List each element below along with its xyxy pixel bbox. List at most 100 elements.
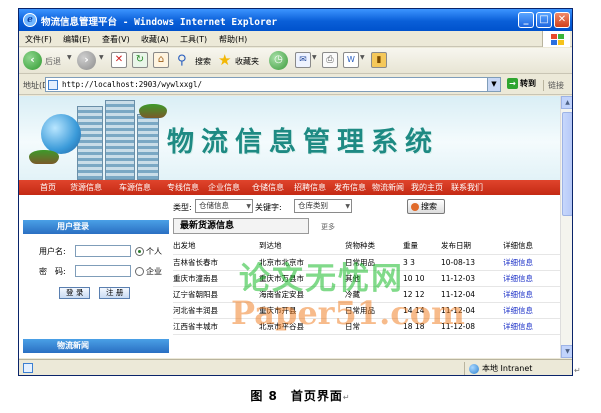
nav-vehicles[interactable]: 车源信息 (119, 182, 151, 193)
nav-jobs[interactable]: 招聘信息 (294, 182, 326, 193)
details-link[interactable]: 详细信息 (503, 254, 560, 271)
role-personal-radio[interactable] (135, 247, 144, 256)
column-header: 重量 (403, 238, 441, 255)
nav-contact[interactable]: 联系我们 (451, 182, 483, 193)
column-header: 货物种类 (345, 238, 403, 255)
edit-page-icon[interactable]: W (343, 52, 359, 68)
paragraph-mark: ↵ (574, 366, 581, 375)
keyword-select[interactable]: 仓库类别 ▼ (294, 199, 352, 213)
menu-edit[interactable]: 编辑(E) (63, 34, 90, 45)
role-personal-label: 个人 (146, 247, 162, 256)
login-panel: 用户名: 密 码: 个人 企业 登 录 注 册 (23, 234, 169, 306)
search-button[interactable]: 搜索 (407, 199, 445, 214)
windows-logo-icon (542, 31, 570, 47)
nav-cargo[interactable]: 货源信息 (70, 182, 102, 193)
favorites-label[interactable]: 收藏夹 (235, 56, 259, 76)
ie-window: e 物流信息管理平台 - Windows Internet Explorer _… (18, 8, 573, 376)
island-image (29, 150, 59, 164)
watermark-text: 论文无忧网 (239, 261, 404, 297)
latest-cargo-title: 最新货源信息 (173, 218, 309, 234)
edit-dropdown-icon[interactable]: ▼ (360, 54, 365, 74)
print-icon[interactable]: ⎙ (322, 52, 338, 68)
search-icon[interactable]: ⚲ (177, 53, 187, 73)
nav-companies[interactable]: 企业信息 (208, 182, 240, 193)
forward-arrow-icon[interactable]: › (77, 51, 96, 70)
details-link[interactable]: 详细信息 (503, 302, 560, 319)
register-button[interactable]: 注 册 (99, 287, 131, 299)
menu-favorites[interactable]: 收藏(A) (141, 34, 169, 45)
title-bar: e 物流信息管理平台 - Windows Internet Explorer _… (19, 9, 572, 31)
maximize-button[interactable]: □ (536, 12, 552, 28)
building-image (77, 106, 103, 180)
minimize-button[interactable]: _ (518, 12, 534, 28)
menu-tools[interactable]: 工具(T) (180, 34, 207, 45)
address-dropdown-icon[interactable]: ▼ (487, 78, 500, 91)
nav-my-page[interactable]: 我的主页 (411, 182, 443, 193)
mail-icon[interactable]: ✉ (295, 52, 311, 68)
username-input[interactable] (75, 245, 131, 257)
news-header-text: 物流新闻 (57, 341, 89, 350)
vertical-scrollbar[interactable]: ▲ ▼ (560, 96, 572, 358)
go-arrow-icon: → (507, 78, 518, 89)
scroll-up-icon[interactable]: ▲ (561, 96, 572, 109)
date-cell: 10-08-13 (441, 254, 503, 271)
history-icon[interactable]: ◷ (269, 51, 288, 70)
close-button[interactable]: ✕ (554, 12, 570, 28)
details-link[interactable]: 详细信息 (503, 286, 560, 303)
more-link[interactable]: 更多 (321, 222, 335, 232)
home-icon[interactable]: ⌂ (153, 52, 169, 68)
watermark-url: Paper51.com (231, 294, 465, 332)
menu-view[interactable]: 查看(V) (102, 34, 130, 45)
nav-lines[interactable]: 专线信息 (167, 182, 199, 193)
date-cell: 11-12-03 (441, 270, 503, 287)
role-company-radio[interactable] (135, 267, 144, 276)
zone-label: 本地 Intranet (482, 364, 533, 373)
back-dropdown-icon[interactable]: ▼ (67, 54, 72, 74)
back-arrow-icon[interactable]: ‹ (23, 51, 42, 70)
nav-news[interactable]: 物流新闻 (372, 182, 404, 193)
messenger-icon[interactable]: ▮ (371, 52, 387, 68)
address-bar: 地址(D) http://localhost:2903/wywlxxgl/ ▼ … (19, 75, 572, 95)
table-header-row: 出发地 到达地 货物种类 重量 发布日期 详细信息 (173, 238, 560, 255)
login-button[interactable]: 登 录 (59, 287, 91, 299)
menu-file[interactable]: 文件(F) (25, 34, 52, 45)
login-header-text: 用户登录 (57, 222, 89, 231)
stop-icon[interactable]: ✕ (111, 52, 127, 68)
chevron-down-icon: ▼ (246, 203, 251, 210)
menu-help[interactable]: 帮助(H) (219, 34, 247, 45)
caption-paragraph-mark: ↵ (342, 393, 351, 402)
page-viewport: 物流信息管理系统 首页 货源信息 车源信息 专线信息 企业信息 仓储信息 招聘信… (19, 96, 560, 358)
keyword-label: 关键字: (255, 203, 282, 212)
status-bar: 本地 Intranet (19, 359, 572, 375)
forward-dropdown-icon[interactable]: ▼ (99, 54, 104, 74)
type-label: 类型: (173, 203, 192, 212)
search-button-icon (411, 202, 419, 211)
column-header: 发布日期 (441, 238, 503, 255)
go-button[interactable]: → 转到 (507, 78, 536, 89)
username-label: 用户名: (39, 247, 66, 256)
type-select[interactable]: 仓储信息 ▼ (195, 199, 253, 213)
address-input[interactable]: http://localhost:2903/wywlxxgl/ ▼ (45, 77, 501, 92)
figure-caption: 图 8 首页界面↵ (0, 387, 601, 404)
nav-storage[interactable]: 仓储信息 (252, 182, 284, 193)
details-link[interactable]: 详细信息 (503, 318, 560, 335)
details-link[interactable]: 详细信息 (503, 270, 560, 287)
password-input[interactable] (75, 265, 131, 277)
links-button[interactable]: 链接 (543, 80, 564, 91)
login-panel-header: 用户登录 (23, 220, 169, 234)
scroll-down-icon[interactable]: ▼ (561, 345, 572, 358)
keyword-select-value: 仓库类别 (298, 201, 328, 210)
scroll-thumb[interactable] (562, 112, 572, 216)
news-panel-header: 物流新闻 (23, 339, 169, 353)
mail-dropdown-icon[interactable]: ▼ (312, 54, 317, 74)
search-label[interactable]: 搜索 (195, 56, 211, 76)
column-header: 出发地 (173, 238, 259, 255)
nav-home[interactable]: 首页 (40, 182, 56, 193)
nav-publish[interactable]: 发布信息 (334, 182, 366, 193)
refresh-icon[interactable]: ↻ (132, 52, 148, 68)
chevron-down-icon: ▼ (345, 203, 350, 210)
back-label[interactable]: 后退 (45, 56, 61, 76)
address-url[interactable]: http://localhost:2903/wywlxxgl/ (62, 80, 202, 89)
page-icon (48, 80, 58, 90)
favorites-star-icon[interactable]: ★ (218, 51, 231, 71)
